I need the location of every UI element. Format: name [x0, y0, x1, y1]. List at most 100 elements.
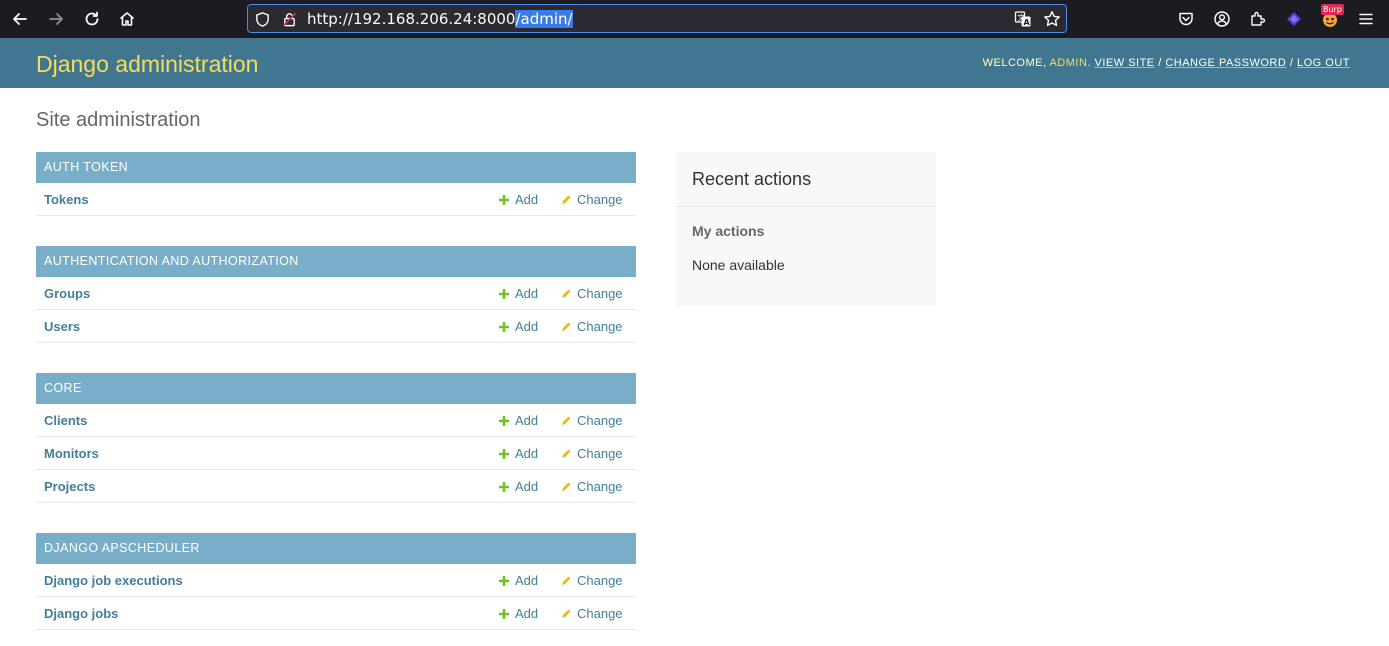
add-monitors-link[interactable]: Add [498, 446, 538, 461]
welcome-period: . [1087, 57, 1095, 69]
change-label: Change [577, 606, 623, 621]
pencil-icon [562, 416, 571, 425]
plus-icon [499, 448, 509, 459]
change-label: Change [577, 479, 623, 494]
log-out-link[interactable]: LOG OUT [1297, 57, 1350, 69]
bookmark-star-icon[interactable] [1043, 10, 1061, 28]
add-label: Add [515, 573, 539, 588]
url-base: http://192.168.206.24:8000 [307, 10, 516, 28]
model-link-monitors[interactable]: Monitors [44, 446, 99, 461]
pencil-icon [562, 482, 571, 491]
model-row-tokens: Tokens Add Change [36, 183, 636, 216]
plus-icon [499, 194, 509, 205]
change-django-jobs-link[interactable]: Change [560, 606, 623, 621]
change-django-job-executions-link[interactable]: Change [560, 573, 623, 588]
pencil-icon [562, 289, 571, 298]
translate-icon[interactable]: 文A [1014, 10, 1032, 28]
pencil-icon [562, 449, 571, 458]
change-label: Change [577, 413, 623, 428]
change-clients-link[interactable]: Change [560, 413, 623, 428]
django-header: Django administration WELCOME, ADMIN. VI… [0, 38, 1389, 88]
username: ADMIN [1049, 57, 1088, 69]
model-row-groups: Groups Add Change [36, 277, 636, 310]
recent-actions-panel: Recent actions My actions None available [676, 152, 936, 306]
view-site-link[interactable]: VIEW SITE [1095, 57, 1155, 69]
plus-icon [499, 288, 509, 299]
change-label: Change [577, 319, 623, 334]
module-caption[interactable]: DJANGO APSCHEDULER [36, 533, 636, 564]
add-label: Add [515, 319, 539, 334]
model-link-django-job-executions[interactable]: Django job executions [44, 573, 183, 588]
extensions-icon[interactable] [1247, 8, 1269, 30]
model-link-projects[interactable]: Projects [44, 479, 95, 494]
change-tokens-link[interactable]: Change [560, 192, 623, 207]
none-available-text: None available [692, 257, 785, 273]
plus-icon [499, 608, 509, 619]
change-label: Change [577, 192, 623, 207]
model-row-users: Users Add Change [36, 310, 636, 343]
add-label: Add [515, 446, 539, 461]
model-link-tokens[interactable]: Tokens [44, 192, 89, 207]
back-button[interactable] [8, 7, 32, 31]
pencil-icon [562, 576, 571, 585]
add-users-link[interactable]: Add [498, 319, 538, 334]
change-projects-link[interactable]: Change [560, 479, 623, 494]
shield-icon[interactable] [253, 10, 271, 28]
insecure-lock-icon[interactable] [280, 10, 298, 28]
module-core: CORE Clients Add Change Monitors Add Cha… [36, 373, 636, 503]
add-label: Add [515, 192, 539, 207]
add-django-job-executions-link[interactable]: Add [498, 573, 538, 588]
recent-actions-title: Recent actions [692, 169, 812, 189]
plus-icon [499, 575, 509, 586]
module-caption[interactable]: CORE [36, 373, 636, 404]
arrow-left-icon [13, 13, 27, 25]
change-users-link[interactable]: Change [560, 319, 623, 334]
site-branding[interactable]: Django administration [36, 50, 258, 78]
add-clients-link[interactable]: Add [498, 413, 538, 428]
module-caption[interactable]: AUTHENTICATION AND AUTHORIZATION [36, 246, 636, 277]
change-label: Change [577, 286, 623, 301]
module-auth-token: AUTH TOKEN Tokens Add Change [36, 152, 636, 216]
url-bar[interactable]: http://192.168.206.24:8000/admin/ 文A [247, 4, 1067, 33]
change-password-link[interactable]: CHANGE PASSWORD [1165, 57, 1286, 69]
change-label: Change [577, 573, 623, 588]
home-icon [119, 12, 135, 26]
model-row-clients: Clients Add Change [36, 404, 636, 437]
pocket-icon[interactable] [1175, 8, 1197, 30]
menu-hamburger-icon[interactable] [1355, 8, 1377, 30]
account-icon[interactable] [1211, 8, 1233, 30]
page-title: Site administration [36, 109, 201, 131]
module-caption[interactable]: AUTH TOKEN [36, 152, 636, 183]
add-label: Add [515, 479, 539, 494]
add-tokens-link[interactable]: Add [498, 192, 538, 207]
plus-icon [499, 415, 509, 426]
reload-button[interactable] [80, 7, 104, 31]
add-label: Add [515, 606, 539, 621]
svg-text:A: A [1024, 18, 1031, 27]
extension-purple-icon[interactable] [1283, 8, 1305, 30]
model-row-django-job-executions: Django job executions Add Change [36, 564, 636, 597]
url-text[interactable]: http://192.168.206.24:8000/admin/ [307, 9, 573, 29]
model-link-users[interactable]: Users [44, 319, 80, 334]
arrow-right-icon [49, 13, 63, 25]
model-link-django-jobs[interactable]: Django jobs [44, 606, 118, 621]
change-groups-link[interactable]: Change [560, 286, 623, 301]
add-django-jobs-link[interactable]: Add [498, 606, 538, 621]
forward-button[interactable] [44, 7, 68, 31]
plus-icon [499, 481, 509, 492]
model-row-projects: Projects Add Change [36, 470, 636, 503]
add-groups-link[interactable]: Add [498, 286, 538, 301]
separator: / [1154, 57, 1166, 69]
model-link-clients[interactable]: Clients [44, 413, 87, 428]
reload-icon [85, 11, 99, 26]
change-label: Change [577, 446, 623, 461]
divider [676, 206, 936, 207]
home-button[interactable] [115, 7, 139, 31]
module-django-apscheduler: DJANGO APSCHEDULER Django job executions… [36, 533, 636, 630]
user-tools: WELCOME, ADMIN. VIEW SITE / CHANGE PASSW… [983, 56, 1350, 70]
add-projects-link[interactable]: Add [498, 479, 538, 494]
change-monitors-link[interactable]: Change [560, 446, 623, 461]
model-row-django-jobs: Django jobs Add Change [36, 597, 636, 630]
model-link-groups[interactable]: Groups [44, 286, 90, 301]
add-label: Add [515, 413, 539, 428]
